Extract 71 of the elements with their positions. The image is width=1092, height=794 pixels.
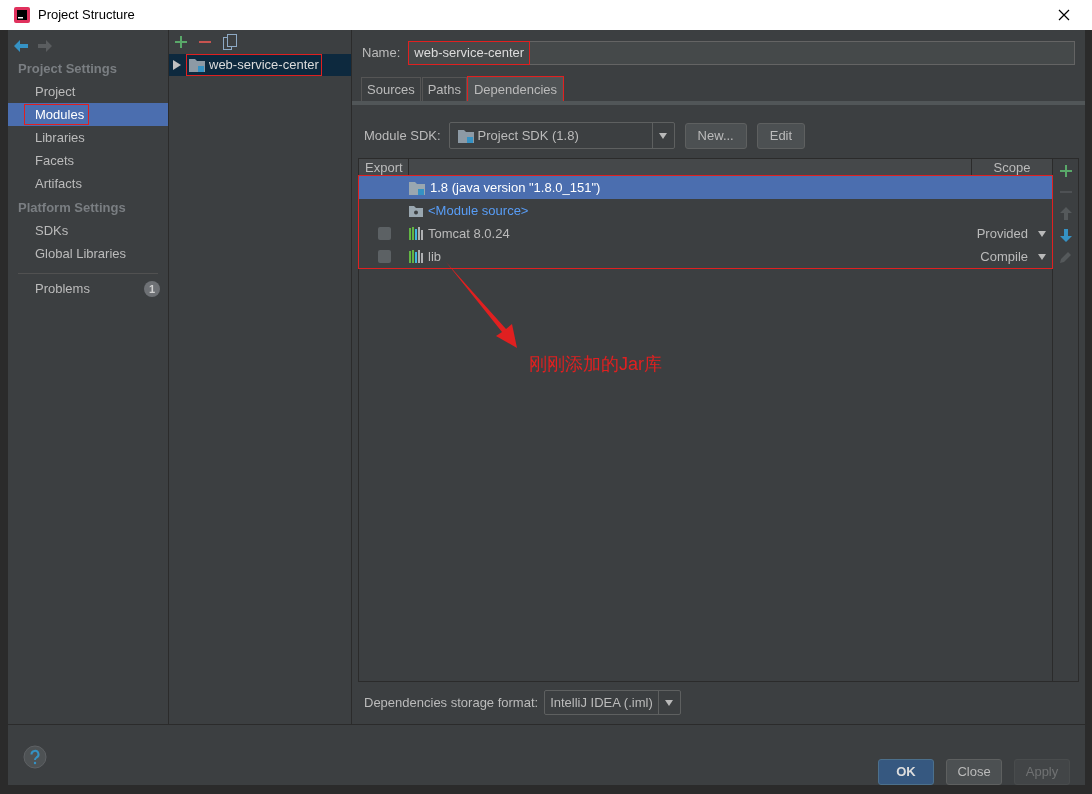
sidebar-item-label: SDKs [34, 221, 70, 240]
name-field[interactable]: web-service-center [408, 41, 1075, 65]
module-sdk-label: Module SDK: [364, 126, 441, 145]
sidebar-item-label: Modules [25, 104, 89, 125]
copy-icon[interactable] [223, 34, 237, 50]
folder-icon [409, 204, 423, 217]
dialog-button[interactable]: Close [946, 759, 1002, 785]
tab[interactable]: Sources [361, 77, 421, 101]
storage-format-label: Dependencies storage format: [364, 693, 539, 712]
module-tree-item[interactable]: web-service-center [169, 54, 351, 76]
sidebar-item[interactable]: Project [8, 80, 168, 103]
window-title: Project Structure [38, 6, 136, 25]
sidebar-item[interactable]: Libraries [8, 126, 168, 149]
dependency-row[interactable]: <Module source> [359, 199, 1052, 222]
dropdown-caret-icon [1038, 230, 1046, 237]
sidebar-item[interactable]: Modules [8, 103, 168, 126]
storage-format-dropdown[interactable]: IntelliJ IDEA (.iml) [544, 690, 681, 715]
library-icon [409, 227, 423, 240]
sidebar-item-label: Facets [34, 151, 75, 170]
column-header[interactable]: Export [359, 159, 409, 175]
scope-dropdown[interactable]: Compile [980, 246, 1052, 267]
name-label: Name: [362, 44, 401, 63]
folder-icon [409, 180, 425, 195]
sdk-button[interactable]: New... [684, 122, 747, 149]
name-value: web-service-center [409, 42, 530, 64]
tab[interactable]: Paths [421, 77, 467, 101]
module-sdk-dropdown[interactable]: Project SDK (1.8) [448, 122, 675, 149]
export-checkbox[interactable] [377, 227, 391, 240]
dependency-row[interactable]: Tomcat 8.0.24 Provided [359, 222, 1052, 245]
dropdown-caret-icon [659, 132, 668, 139]
module-name: web-service-center [209, 56, 319, 75]
sidebar-item[interactable]: Global Libraries [8, 242, 168, 265]
dropdown-caret-icon [1038, 253, 1046, 260]
close-icon [1058, 9, 1070, 21]
library-icon [409, 250, 423, 263]
annotation-text: 刚刚添加的Jar库 [529, 353, 662, 376]
dialog-button[interactable]: OK [878, 759, 934, 785]
sidebar-item[interactable]: Artifacts [8, 172, 168, 195]
scope-dropdown[interactable]: Provided [976, 223, 1052, 244]
sidebar-item[interactable]: SDKs [8, 219, 168, 242]
folder-icon [457, 128, 474, 143]
sidebar-item-label: Libraries [34, 128, 86, 147]
sdk-button[interactable]: Edit [756, 122, 806, 149]
tab[interactable]: Dependencies [467, 77, 564, 101]
move-down-icon[interactable] [1059, 229, 1072, 242]
app-logo-icon [14, 7, 30, 23]
dependency-name: Tomcat 8.0.24 [428, 224, 510, 243]
dependency-row[interactable]: 1.8 (java version "1.8.0_151") [359, 176, 1052, 199]
dropdown-caret-icon [665, 699, 674, 706]
add-icon[interactable] [1059, 165, 1072, 177]
sidebar-item[interactable]: Facets [8, 149, 168, 172]
dependency-row[interactable]: lib Compile [359, 245, 1052, 268]
dependency-name: <Module source> [428, 201, 529, 220]
export-checkbox[interactable] [377, 250, 391, 263]
back-arrow-icon[interactable] [14, 40, 28, 52]
problems-item[interactable]: Problems [35, 279, 144, 299]
column-header[interactable]: Scope [972, 159, 1052, 175]
section-heading: Platform Settings [17, 199, 127, 217]
module-sdk-value: Project SDK (1.8) [477, 126, 579, 145]
dependency-name: lib [428, 247, 441, 266]
add-icon[interactable] [175, 36, 187, 48]
problems-count-badge: 1 [144, 281, 160, 297]
sidebar-item-label: Global Libraries [34, 244, 128, 263]
expand-arrow-icon[interactable] [173, 60, 181, 70]
section-heading: Project Settings [17, 60, 118, 78]
sidebar-item-label: Artifacts [34, 174, 83, 193]
folder-icon [189, 58, 205, 72]
dependency-name: 1.8 (java version "1.8.0_151") [430, 178, 601, 197]
sidebar-item-label: Project [34, 82, 77, 101]
help-icon[interactable] [23, 745, 47, 769]
forward-arrow-icon[interactable] [38, 40, 52, 52]
